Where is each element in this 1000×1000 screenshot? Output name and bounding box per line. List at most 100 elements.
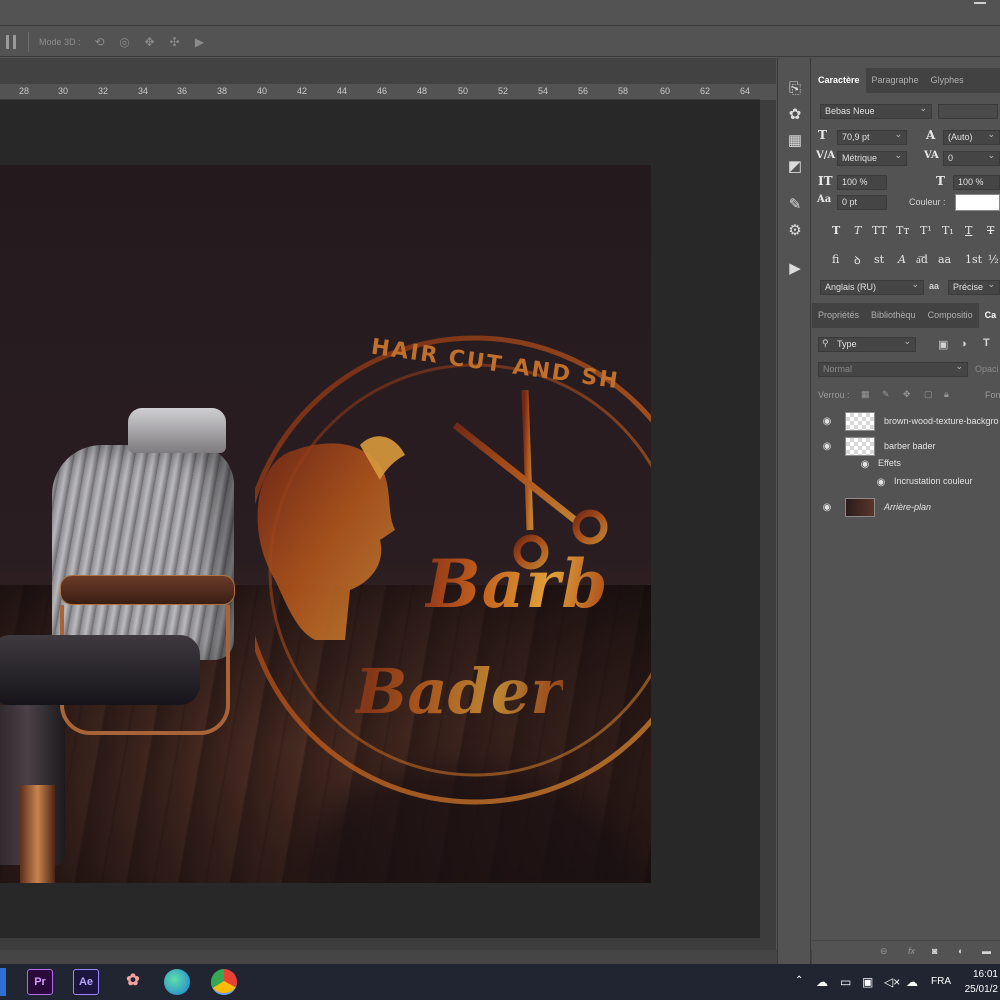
pan-3d-icon[interactable]: ✥	[141, 35, 159, 49]
after-effects-taskbar-icon[interactable]: Ae	[73, 969, 99, 995]
blend-mode-select[interactable]: Normal	[818, 360, 968, 377]
vertical-scrollbar[interactable]	[760, 100, 776, 950]
faux-italic-icon[interactable]: T	[854, 224, 861, 237]
tab-compositions[interactable]: Compositio	[922, 303, 979, 328]
ruler-label: 40	[257, 86, 268, 96]
font-family-select[interactable]: Bebas Neue	[820, 102, 932, 119]
layers-footer: ⊖ fx ◙ ◐ ▬	[812, 940, 1000, 964]
ordinal-icon[interactable]: 1st	[965, 253, 982, 266]
adjustments-icon[interactable]: ◩	[786, 158, 804, 176]
swash-icon[interactable]: st	[874, 253, 884, 266]
rotate-3d-icon[interactable]: ⟲	[91, 35, 109, 49]
volume-muted-icon[interactable]: ◁×	[884, 975, 900, 989]
contextual-alt-icon[interactable]: aa	[938, 253, 951, 266]
filter-adjustment-icon[interactable]: ◑	[960, 338, 967, 350]
document-canvas[interactable]: HAIR CUT AND SH Barb Bader	[0, 165, 651, 883]
swatches-grid-icon[interactable]: ▦	[786, 132, 804, 150]
ruler-label: 52	[498, 86, 509, 96]
text-color-swatch[interactable]	[955, 194, 1000, 211]
paint-taskbar-icon[interactable]: ✿	[120, 969, 146, 995]
language-indicator[interactable]: FRA	[931, 976, 951, 987]
tab-bibliotheques[interactable]: Bibliothèqu	[865, 303, 922, 328]
brush-icon[interactable]: ✎	[786, 196, 804, 214]
small-caps-icon[interactable]: Tт	[896, 224, 909, 237]
add-mask-icon[interactable]: ◙	[932, 946, 937, 956]
lock-move-icon[interactable]: ✥	[903, 389, 911, 400]
slide-3d-icon[interactable]: ✣	[166, 35, 184, 49]
roll-3d-icon[interactable]: ◎	[116, 35, 134, 49]
tracking-field[interactable]: 0	[943, 149, 1000, 166]
status-bar	[0, 950, 812, 964]
ligature-icon[interactable]: fi	[832, 253, 839, 266]
ruler-label: 30	[58, 86, 69, 96]
horizontal-scale-field[interactable]: 100 %	[953, 175, 1000, 190]
tab-proprietes[interactable]: Propriétés	[812, 303, 865, 328]
titling-icon[interactable]: a͞d	[916, 253, 928, 266]
visibility-eye-icon[interactable]: ◉	[858, 458, 872, 472]
effects-row[interactable]: ◉ Effets	[812, 456, 1000, 474]
stylistic-alt-icon[interactable]: A	[898, 253, 906, 266]
lock-pixels-icon[interactable]: ▦	[861, 389, 870, 400]
fx-icon[interactable]: fx	[908, 946, 915, 956]
layer-row[interactable]: ◉ Arrière-plan	[812, 496, 1000, 520]
old-style-icon[interactable]: ꝺ	[854, 253, 861, 268]
play-actions-icon[interactable]: ▶	[786, 260, 804, 278]
leading-field[interactable]: (Auto)	[943, 128, 1000, 145]
antialias-select[interactable]: Précise	[948, 278, 1000, 295]
camera-3d-icon[interactable]: ▶	[191, 35, 209, 49]
onedrive-icon[interactable]: ☁	[816, 975, 828, 989]
history-icon[interactable]: ⎘	[786, 80, 804, 98]
edge-taskbar-icon[interactable]	[164, 969, 190, 995]
chair-armrest	[60, 575, 235, 605]
clock[interactable]: 16:01 25/01/2	[965, 967, 998, 997]
layer-name: brown-wood-texture-backgro	[884, 416, 999, 426]
subscript-icon[interactable]: T₁	[942, 224, 954, 237]
photoshop-taskbar-icon[interactable]	[0, 968, 6, 996]
layers-panel-tabs: Propriétés Bibliothèqu Compositio Ca	[812, 303, 1000, 328]
tab-calques[interactable]: Ca	[978, 303, 1000, 328]
baseline-shift-field[interactable]: 0 pt	[837, 195, 887, 210]
visibility-eye-icon[interactable]: ◉	[820, 501, 834, 515]
smart-object-thumbnail	[845, 437, 875, 456]
layer-row[interactable]: ◉ brown-wood-texture-backgro	[812, 410, 1000, 434]
chrome-taskbar-icon[interactable]	[211, 969, 237, 995]
minimize-button[interactable]	[974, 2, 986, 4]
underline-icon[interactable]: T	[965, 224, 972, 237]
visibility-eye-icon[interactable]: ◉	[820, 415, 834, 429]
font-size-field[interactable]: 70,9 pt	[837, 128, 907, 145]
cloud-upload-icon[interactable]: ☁	[906, 975, 918, 989]
faux-bold-icon[interactable]: T	[832, 224, 840, 237]
strikethrough-icon[interactable]: T	[987, 224, 994, 237]
adjustment-layer-icon[interactable]: ◐	[958, 946, 963, 956]
horizontal-scrollbar[interactable]	[0, 938, 760, 950]
premiere-taskbar-icon[interactable]: Pr	[27, 969, 53, 995]
toolbar-grip-icon[interactable]	[6, 34, 16, 49]
tab-glyphes[interactable]: Glyphes	[925, 68, 970, 93]
font-style-select[interactable]	[938, 104, 998, 119]
fraction-icon[interactable]: ½	[988, 253, 999, 266]
kerning-field[interactable]: Métrique	[837, 149, 907, 166]
brush-settings-icon[interactable]: ⚙	[786, 222, 804, 240]
lock-artboard-icon[interactable]: ▢	[924, 389, 933, 400]
new-group-icon[interactable]: ▬	[982, 946, 991, 956]
language-select[interactable]: Anglais (RU)	[820, 278, 924, 295]
tab-caractere[interactable]: Caractère	[812, 68, 866, 93]
all-caps-icon[interactable]: TT	[872, 224, 887, 237]
tray-chevron-icon[interactable]: ⌃	[795, 975, 803, 986]
visibility-eye-icon[interactable]: ◉	[820, 440, 834, 454]
effect-row[interactable]: ◉ Incrustation couleur	[812, 474, 1000, 492]
battery-icon[interactable]: ▭	[840, 975, 851, 989]
network-icon[interactable]: ▣	[862, 975, 873, 989]
tab-paragraphe[interactable]: Paragraphe	[866, 68, 925, 93]
link-layers-icon[interactable]: ⊖	[880, 946, 888, 957]
layer-filter-select[interactable]: Type	[818, 335, 916, 352]
superscript-icon[interactable]: T¹	[920, 224, 932, 237]
lock-brush-icon[interactable]: ✎	[882, 389, 890, 400]
filter-image-icon[interactable]: ▣	[938, 338, 948, 351]
lock-all-icon[interactable]: 🔒︎	[944, 389, 949, 400]
vertical-scale-field[interactable]: 100 %	[837, 175, 887, 190]
filter-type-icon[interactable]: T	[983, 337, 990, 349]
ruler-label: 44	[337, 86, 348, 96]
visibility-eye-icon[interactable]: ◉	[874, 476, 888, 490]
color-palette-icon[interactable]: ✿	[786, 106, 804, 124]
